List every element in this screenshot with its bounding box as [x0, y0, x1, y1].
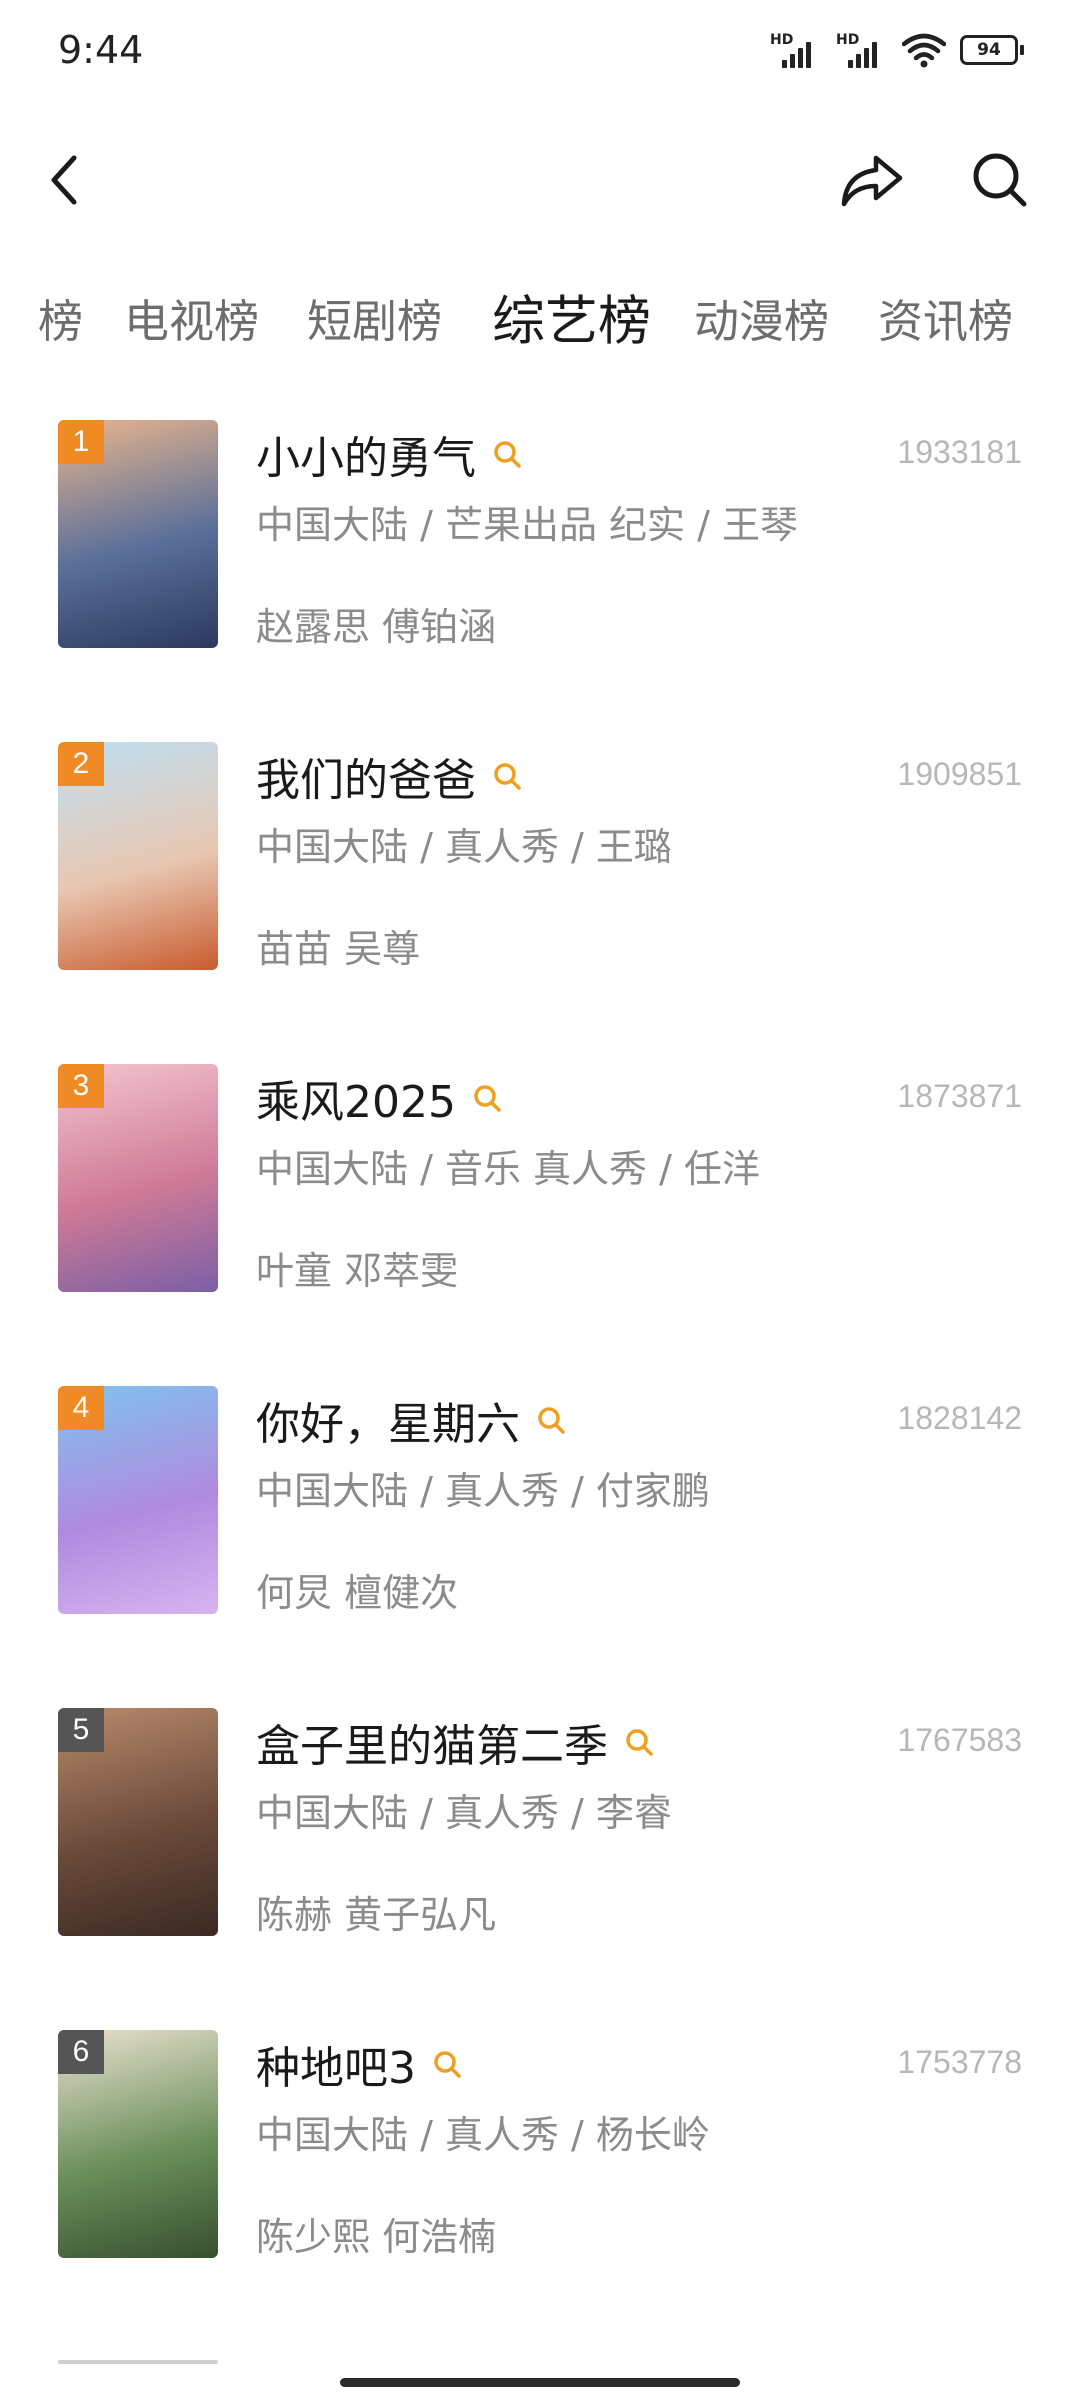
show-cast: 赵露思 傅铂涵 [256, 605, 497, 649]
poster-image[interactable]: 6 [58, 2030, 218, 2258]
tab-short-drama[interactable]: 短剧榜 [307, 285, 442, 350]
show-meta: 中国大陆 / 真人秀 / 王璐 [256, 825, 672, 869]
list-item[interactable]: 2 我们的爸爸 1909851 中国大陆 / 真人秀 / 王璐 苗苗 吴尊 [0, 742, 1080, 1064]
top-nav-bar [0, 130, 1080, 230]
back-button[interactable] [24, 140, 104, 220]
show-title[interactable]: 小小的勇气 [256, 422, 476, 486]
hot-score: 1828142 [897, 1400, 1022, 1436]
hot-score: 1873871 [897, 1078, 1022, 1114]
show-meta: 中国大陆 / 芒果出品 纪实 / 王琴 [256, 503, 799, 547]
next-item-peek [58, 2360, 218, 2364]
hot-score: 1753778 [897, 2044, 1022, 2080]
show-title[interactable]: 种地吧3 [256, 2032, 416, 2096]
show-meta: 中国大陆 / 真人秀 / 杨长岭 [256, 2113, 710, 2157]
status-icons: HD HD 94 [770, 32, 1024, 68]
hot-score: 1767583 [897, 1722, 1022, 1758]
show-cast: 陈少熙 何浩楠 [256, 2215, 497, 2259]
list-item[interactable]: 3 乘风2025 1873871 中国大陆 / 音乐 真人秀 / 任洋 叶童 邓… [0, 1064, 1080, 1386]
status-time: 9:44 [58, 28, 144, 72]
search-icon[interactable] [432, 2049, 462, 2079]
signal-icon: HD [836, 32, 888, 68]
category-tabs: 榜 电视榜 短剧榜 综艺榜 动漫榜 资讯榜 [0, 285, 1080, 375]
show-title[interactable]: 乘风2025 [256, 1066, 456, 1130]
search-button[interactable] [960, 140, 1040, 220]
list-item[interactable]: 1 小小的勇气 1933181 中国大陆 / 芒果出品 纪实 / 王琴 赵露思 … [0, 420, 1080, 742]
poster-image[interactable]: 4 [58, 1386, 218, 1614]
tab-partial[interactable]: 榜 [38, 285, 83, 350]
rank-badge: 2 [58, 742, 104, 786]
rank-badge: 3 [58, 1064, 104, 1108]
list-item[interactable]: 6 种地吧3 1753778 中国大陆 / 真人秀 / 杨长岭 陈少熙 何浩楠 [0, 2030, 1080, 2352]
show-title[interactable]: 盒子里的猫第二季 [256, 1710, 608, 1774]
tab-news[interactable]: 资讯榜 [878, 285, 1013, 350]
show-cast: 何炅 檀健次 [256, 1571, 459, 1615]
search-icon[interactable] [492, 439, 522, 469]
list-item[interactable]: 5 盒子里的猫第二季 1767583 中国大陆 / 真人秀 / 李睿 陈赫 黄子… [0, 1708, 1080, 2030]
search-icon[interactable] [624, 1727, 654, 1757]
search-icon[interactable] [492, 761, 522, 791]
poster-image[interactable]: 2 [58, 742, 218, 970]
rank-badge: 4 [58, 1386, 104, 1430]
search-icon [973, 153, 1027, 207]
hot-score: 1909851 [897, 756, 1022, 792]
tab-variety[interactable]: 综艺榜 [492, 285, 651, 355]
battery-icon: 94 [960, 35, 1024, 65]
rank-badge: 6 [58, 2030, 104, 2074]
status-bar: 9:44 HD HD 94 [0, 0, 1080, 110]
show-cast: 叶童 邓萃雯 [256, 1249, 459, 1293]
signal-icon: HD [770, 32, 822, 68]
show-title[interactable]: 你好，星期六 [256, 1388, 520, 1452]
show-meta: 中国大陆 / 音乐 真人秀 / 任洋 [256, 1147, 761, 1191]
poster-image[interactable]: 5 [58, 1708, 218, 1936]
back-arrow-icon [51, 155, 77, 205]
show-cast: 苗苗 吴尊 [256, 927, 421, 971]
battery-level: 94 [960, 35, 1018, 65]
poster-image[interactable]: 1 [58, 420, 218, 648]
show-title[interactable]: 我们的爸爸 [256, 744, 476, 808]
hot-score: 1933181 [897, 434, 1022, 470]
search-icon[interactable] [472, 1083, 502, 1113]
show-meta: 中国大陆 / 真人秀 / 李睿 [256, 1791, 672, 1835]
wifi-icon [902, 33, 946, 68]
show-meta: 中国大陆 / 真人秀 / 付家鹏 [256, 1469, 710, 1513]
search-icon[interactable] [536, 1405, 566, 1435]
share-icon [841, 155, 903, 207]
rank-badge: 5 [58, 1708, 104, 1752]
share-button[interactable] [832, 140, 912, 220]
list-item[interactable]: 4 你好，星期六 1828142 中国大陆 / 真人秀 / 付家鹏 何炅 檀健次 [0, 1386, 1080, 1708]
home-indicator[interactable] [340, 2378, 740, 2387]
show-cast: 陈赫 黄子弘凡 [256, 1893, 497, 1937]
tab-tv[interactable]: 电视榜 [124, 285, 259, 350]
tab-anime[interactable]: 动漫榜 [694, 285, 829, 350]
poster-image[interactable]: 3 [58, 1064, 218, 1292]
rank-badge: 1 [58, 420, 104, 464]
